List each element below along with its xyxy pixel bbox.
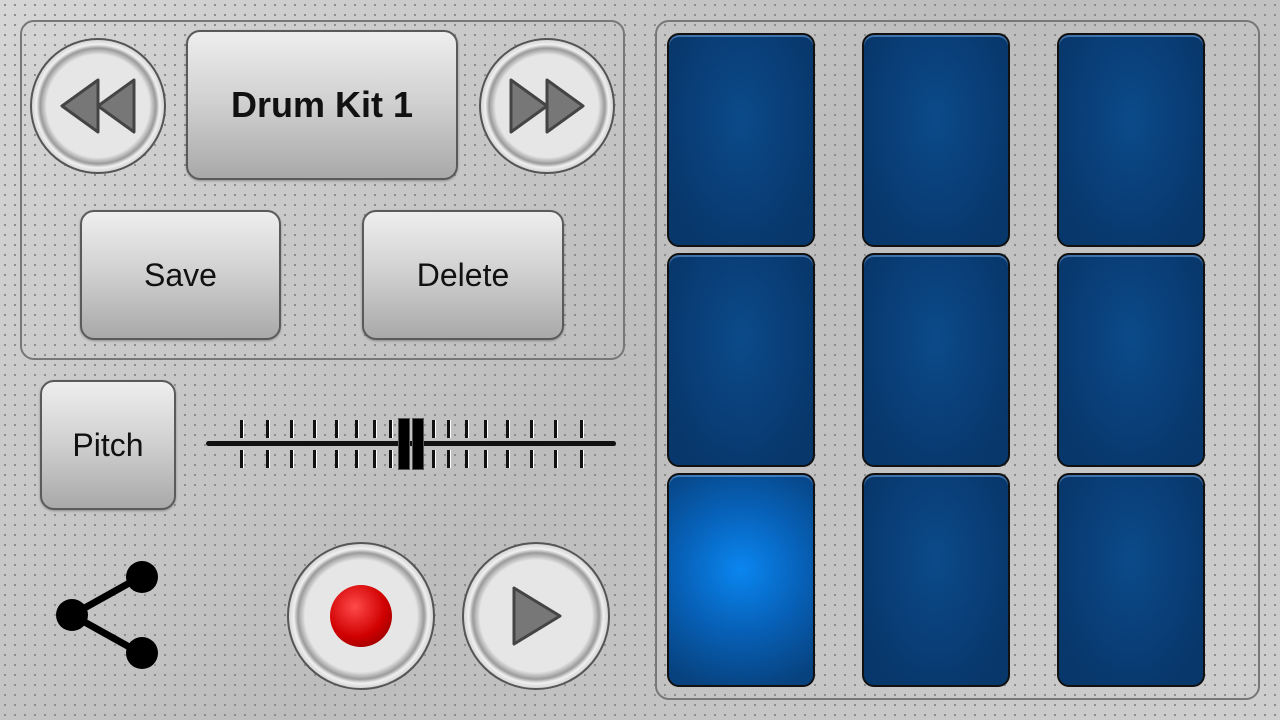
delete-button[interactable]: Delete bbox=[362, 210, 564, 340]
drum-pad-8[interactable] bbox=[862, 473, 1010, 687]
slider-tick bbox=[335, 450, 339, 468]
slider-tick bbox=[465, 420, 469, 438]
fast-forward-icon bbox=[509, 78, 585, 134]
slider-tick bbox=[313, 420, 317, 438]
play-icon bbox=[512, 586, 562, 646]
slider-tick bbox=[484, 420, 488, 438]
slider-tick bbox=[240, 450, 244, 468]
slider-tick bbox=[373, 420, 377, 438]
slider-tick bbox=[432, 420, 436, 438]
pitch-label: Pitch bbox=[72, 426, 144, 463]
slider-tick bbox=[266, 450, 270, 468]
rewind-icon bbox=[60, 78, 136, 134]
drum-pad-2[interactable] bbox=[862, 33, 1010, 247]
slider-thumb[interactable] bbox=[398, 418, 424, 470]
record-button[interactable] bbox=[287, 542, 435, 690]
slider-tick bbox=[554, 450, 558, 468]
slider-tick bbox=[506, 450, 510, 468]
kit-name: Drum Kit 1 bbox=[230, 84, 414, 125]
share-icon[interactable] bbox=[50, 555, 165, 675]
slider-tick bbox=[554, 420, 558, 438]
kit-name-button[interactable]: Drum Kit 1 bbox=[186, 30, 458, 180]
record-icon bbox=[330, 585, 392, 647]
pitch-slider[interactable] bbox=[206, 415, 616, 475]
slider-tick bbox=[447, 450, 451, 468]
previous-kit-button[interactable] bbox=[30, 38, 166, 174]
drum-pad-9[interactable] bbox=[1057, 473, 1205, 687]
drum-pad-4[interactable] bbox=[667, 253, 815, 467]
slider-tick bbox=[432, 450, 436, 468]
slider-tick bbox=[240, 420, 244, 438]
slider-tick bbox=[389, 450, 393, 468]
slider-tick bbox=[373, 450, 377, 468]
slider-tick bbox=[290, 450, 294, 468]
slider-tick bbox=[355, 450, 359, 468]
slider-tick bbox=[355, 420, 359, 438]
slider-tick bbox=[580, 450, 584, 468]
drum-pad-7[interactable] bbox=[667, 473, 815, 687]
slider-tick bbox=[389, 420, 393, 438]
play-button[interactable] bbox=[462, 542, 610, 690]
slider-tick bbox=[335, 420, 339, 438]
drum-pad-3[interactable] bbox=[1057, 33, 1205, 247]
slider-tick bbox=[266, 420, 270, 438]
slider-tick bbox=[484, 450, 488, 468]
slider-tick bbox=[580, 420, 584, 438]
drum-pad-1[interactable] bbox=[667, 33, 815, 247]
pitch-button[interactable]: Pitch bbox=[40, 380, 176, 510]
slider-tick bbox=[530, 420, 534, 438]
slider-tick bbox=[506, 420, 510, 438]
drum-pad-5[interactable] bbox=[862, 253, 1010, 467]
slider-tick bbox=[530, 450, 534, 468]
slider-tick bbox=[313, 450, 317, 468]
next-kit-button[interactable] bbox=[479, 38, 615, 174]
delete-label: Delete bbox=[416, 256, 510, 293]
slider-tick bbox=[465, 450, 469, 468]
slider-tick bbox=[290, 420, 294, 438]
save-button[interactable]: Save bbox=[80, 210, 281, 340]
slider-tick bbox=[447, 420, 451, 438]
save-label: Save bbox=[144, 256, 217, 293]
drum-pad-6[interactable] bbox=[1057, 253, 1205, 467]
